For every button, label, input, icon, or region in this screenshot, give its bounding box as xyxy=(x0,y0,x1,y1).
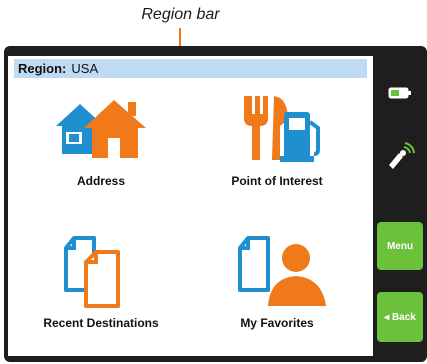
my-favorites-icon xyxy=(238,236,326,306)
tile-label-address: Address xyxy=(76,174,126,188)
region-label: Region: xyxy=(18,61,67,76)
menu-button[interactable]: Menu xyxy=(377,222,423,270)
region-value: USA xyxy=(71,61,99,76)
address-houses-icon xyxy=(56,100,146,158)
tile-label-my-favorites: My Favorites xyxy=(240,316,314,330)
point-of-interest-button[interactable]: Point of Interest xyxy=(192,84,362,214)
back-button[interactable]: ◂ Back xyxy=(377,292,423,342)
point-of-interest-icon xyxy=(244,96,320,162)
battery-status xyxy=(377,72,423,114)
my-favorites-button[interactable]: My Favorites xyxy=(192,226,362,356)
battery-icon xyxy=(388,87,411,99)
recent-destinations-button[interactable]: Recent Destinations xyxy=(16,226,186,356)
main-screen: Region: USA Address Point of Interest Re… xyxy=(8,56,373,356)
right-sidebar: Menu ◂ Back xyxy=(373,46,427,362)
gps-status xyxy=(377,126,423,186)
recent-destinations-icon xyxy=(64,236,120,308)
region-bar-callout-label: Region bar xyxy=(141,6,220,23)
address-button[interactable]: Address xyxy=(16,84,186,214)
gps-satellite-icon xyxy=(389,142,415,169)
tile-label-recent-destinations: Recent Destinations xyxy=(43,316,159,330)
tile-label-point-of-interest: Point of Interest xyxy=(231,174,323,188)
region-bar[interactable]: Region: USA xyxy=(14,59,367,78)
navigation-device-frame: Region: USA Address Point of Interest Re… xyxy=(4,46,427,362)
